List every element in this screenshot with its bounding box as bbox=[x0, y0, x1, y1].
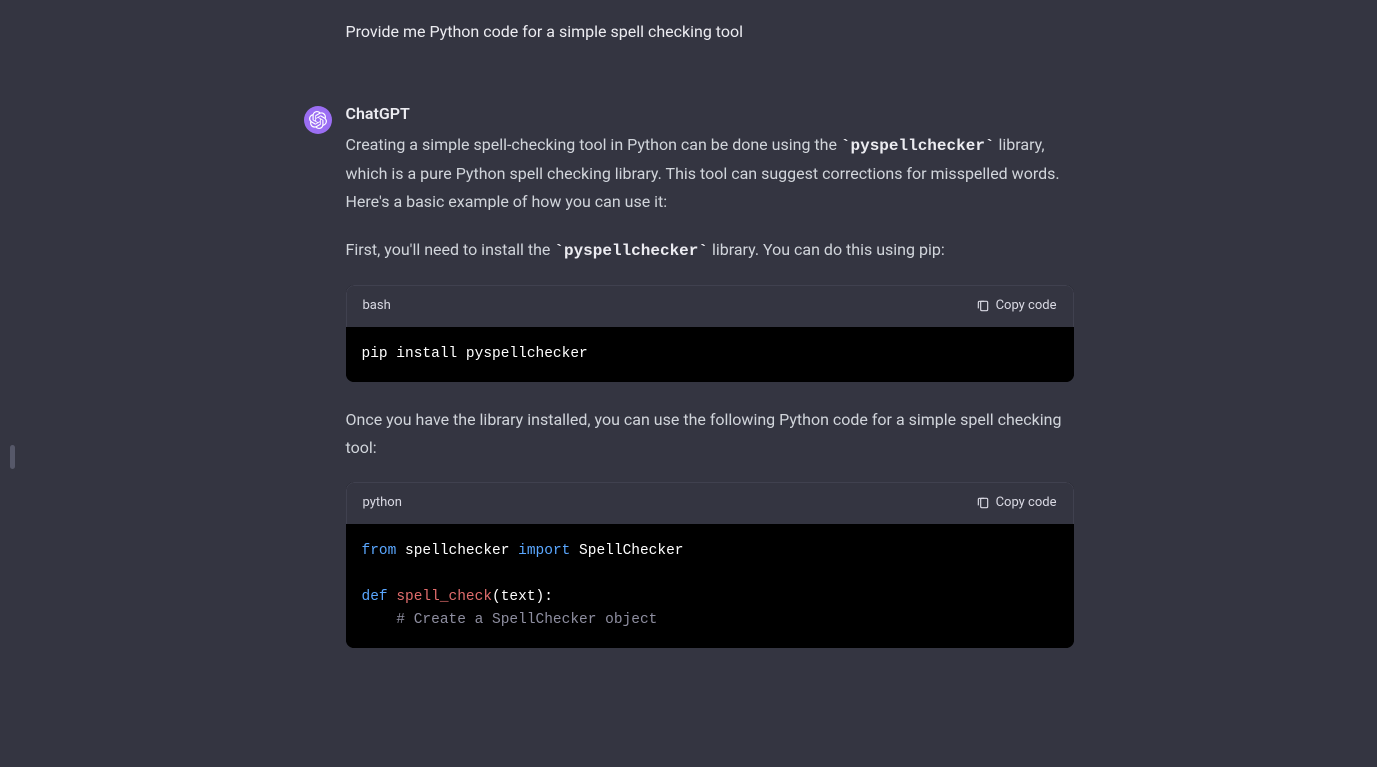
token: (text): bbox=[492, 589, 553, 605]
text: Creating a simple spell-checking tool in… bbox=[346, 135, 841, 154]
code-header: python Copy code bbox=[346, 482, 1074, 524]
clipboard-icon bbox=[976, 299, 990, 313]
inline-code: `pyspellchecker` bbox=[554, 242, 708, 260]
assistant-paragraph: Creating a simple spell-checking tool in… bbox=[346, 131, 1074, 216]
code-header: bash Copy code bbox=[346, 285, 1074, 327]
assistant-message: ChatGPT Creating a simple spell-checking… bbox=[304, 104, 1074, 672]
copy-code-button[interactable]: Copy code bbox=[976, 295, 1057, 318]
assistant-paragraph: Once you have the library installed, you… bbox=[346, 406, 1074, 462]
conversation: Provide me Python code for a simple spel… bbox=[304, 0, 1074, 672]
assistant-paragraph: First, you'll need to install the `pyspe… bbox=[346, 236, 1074, 265]
code-block-python: python Copy code from spellchecker impor… bbox=[346, 482, 1074, 649]
inline-code: `pyspellchecker` bbox=[841, 137, 995, 155]
code-body[interactable]: pip install pyspellchecker bbox=[346, 327, 1074, 382]
token-keyword: import bbox=[518, 543, 570, 559]
token: spellchecker bbox=[396, 543, 518, 559]
token-keyword: from bbox=[362, 543, 397, 559]
sidebar-resize-handle[interactable] bbox=[10, 445, 15, 469]
copy-label: Copy code bbox=[996, 295, 1057, 318]
code-body[interactable]: from spellchecker import SpellChecker de… bbox=[346, 524, 1074, 649]
token-comment: # Create a SpellChecker object bbox=[362, 612, 658, 628]
copy-code-button[interactable]: Copy code bbox=[976, 492, 1057, 515]
code-lang-label: bash bbox=[363, 295, 391, 318]
assistant-avatar bbox=[304, 106, 332, 134]
clipboard-icon bbox=[976, 496, 990, 510]
copy-label: Copy code bbox=[996, 492, 1057, 515]
code-lang-label: python bbox=[363, 492, 402, 515]
token-function: spell_check bbox=[396, 589, 492, 605]
assistant-name: ChatGPT bbox=[346, 104, 1074, 123]
text: First, you'll need to install the bbox=[346, 240, 555, 259]
token: SpellChecker bbox=[570, 543, 683, 559]
user-message: Provide me Python code for a simple spel… bbox=[346, 20, 1074, 44]
code-block-bash: bash Copy code pip install pyspellchecke… bbox=[346, 285, 1074, 382]
openai-logo-icon bbox=[309, 111, 327, 129]
text: library. You can do this using pip: bbox=[708, 240, 945, 259]
token-keyword: def bbox=[362, 589, 397, 605]
